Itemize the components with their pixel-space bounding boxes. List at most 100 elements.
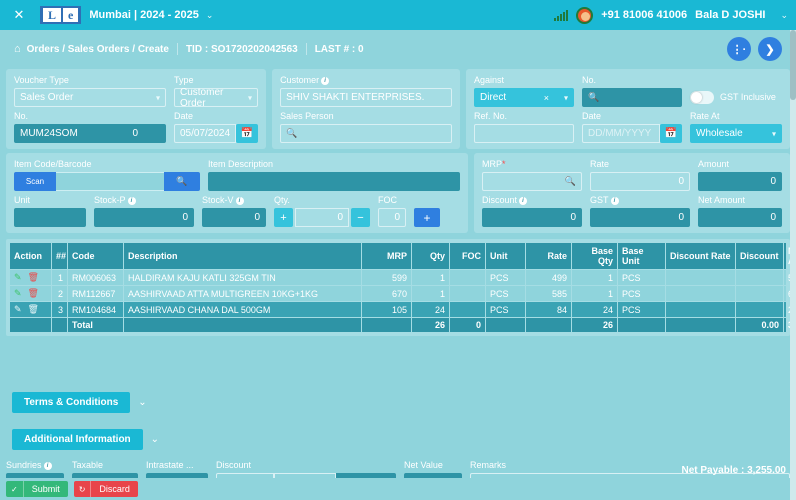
voucher-date-label: Date (174, 111, 194, 121)
row-mrp: 670 (361, 285, 412, 302)
row-rate: 499 (525, 269, 572, 286)
rate-label: Rate (590, 159, 610, 169)
vertical-scrollbar[interactable] (790, 30, 796, 500)
branch-selector-label: Mumbai | 2024 - 2025 (89, 9, 199, 21)
amount-label: Amount (698, 159, 730, 169)
info-icon[interactable]: i (235, 196, 244, 205)
chevron-down-icon[interactable]: ⌄ (151, 434, 159, 445)
info-icon[interactable]: i (519, 196, 528, 205)
support-agent-icon[interactable] (576, 6, 594, 24)
col-rate: Rate (525, 242, 572, 270)
discard-button[interactable]: ↻ Discard (73, 481, 138, 497)
row-discount-rate (665, 269, 736, 286)
customer-label: Customer i (280, 75, 452, 85)
table-row[interactable]: ✎ 🗑 3 RM104684 AASHIRVAAD CHANA DAL 500G… (9, 301, 796, 318)
user-chevron-down-icon[interactable]: ⌄ (780, 10, 788, 21)
chevron-down-icon[interactable]: ⌄ (206, 10, 214, 21)
scrollbar-thumb[interactable] (790, 30, 796, 100)
against-no-input[interactable]: 🔍 (582, 88, 682, 107)
item-discount-input[interactable]: 0 (482, 208, 582, 227)
sales-person-input[interactable]: 🔍 (280, 124, 452, 143)
user-menu-label[interactable]: Bala D JOSHI (695, 9, 765, 21)
rate-input[interactable]: 0 (590, 172, 690, 191)
gst-inclusive-toggle[interactable] (690, 90, 714, 104)
home-icon[interactable]: ⌂ (14, 43, 21, 55)
row-foc (449, 285, 486, 302)
qty-input[interactable]: 0 (295, 208, 349, 227)
voucher-no-input[interactable]: 0 (86, 124, 144, 143)
mrp-input[interactable]: 🔍 (482, 172, 582, 191)
total-rate (525, 317, 572, 333)
last-number: LAST # : 0 (314, 43, 364, 55)
item-gst-input: 0 (590, 208, 690, 227)
rate-at-select[interactable]: Wholesale (690, 124, 782, 143)
row-rate: 84 (525, 301, 572, 318)
foc-input[interactable]: 0 (378, 208, 406, 227)
qty-label: Qty. (274, 195, 290, 205)
voucher-date-input[interactable]: 05/07/2024 (174, 124, 237, 143)
total-action (9, 317, 52, 333)
voucher-no-prefix-input[interactable]: MUM24SOM (14, 124, 86, 143)
foc-label: FOC (378, 195, 397, 205)
clear-icon[interactable]: × (544, 93, 549, 103)
info-icon[interactable]: i (321, 76, 330, 85)
type-select[interactable]: Customer Order (174, 87, 259, 109)
next-button[interactable]: ❯ (758, 37, 782, 61)
total-index (51, 317, 68, 333)
item-entry-area: Item Code/Barcode Scan 🔍 Item Descriptio… (6, 153, 790, 233)
row-code: RM112667 (67, 285, 124, 302)
voucher-no-suffix[interactable] (144, 124, 166, 143)
divider (305, 43, 307, 55)
unit-input[interactable] (14, 208, 86, 227)
divider (176, 43, 178, 55)
search-icon: 🔍 (564, 176, 576, 186)
table-row[interactable]: ✎ 🗑 1 RM006063 HALDIRAM KAJU KATLI 325GM… (9, 269, 796, 286)
total-base-qty: 26 (571, 317, 618, 333)
add-item-button[interactable]: + (414, 208, 440, 227)
scan-button[interactable]: Scan (14, 172, 56, 191)
info-icon[interactable]: i (127, 196, 136, 205)
chevron-down-icon[interactable]: ⌄ (138, 397, 146, 408)
more-options-button[interactable]: ⋮· (727, 37, 751, 61)
row-base-qty: 1 (571, 269, 618, 286)
edit-icon[interactable]: ✎ (14, 288, 22, 299)
item-description-input[interactable] (208, 172, 460, 191)
row-unit: PCS (485, 269, 526, 286)
row-rate: 585 (525, 285, 572, 302)
qty-decrement-button[interactable]: − (351, 208, 370, 227)
voucher-type-select[interactable]: Sales Order (14, 88, 166, 107)
against-date-input[interactable]: DD/MM/YYYY (582, 124, 660, 143)
info-icon[interactable]: i (43, 461, 52, 470)
row-base-unit: PCS (617, 285, 666, 302)
edit-icon[interactable]: ✎ (14, 304, 22, 315)
row-qty: 1 (411, 269, 450, 286)
customer-input[interactable]: SHIV SHAKTI ENTERPRISES. (280, 88, 452, 107)
submit-button[interactable]: ✓ Submit (6, 481, 68, 497)
against-select[interactable]: Direct × (474, 88, 574, 107)
discard-button-label: Discard (99, 484, 130, 494)
info-icon[interactable]: i (610, 196, 619, 205)
calendar-icon[interactable]: 📅 (236, 124, 259, 143)
total-mrp (361, 317, 412, 333)
edit-icon[interactable]: ✎ (14, 272, 22, 283)
table-row[interactable]: ✎ 🗑 2 RM112667 AASHIRVAAD ATTA MULTIGREE… (9, 285, 796, 302)
additional-information-button[interactable]: Additional Information (12, 429, 143, 450)
row-discount-rate (665, 285, 736, 302)
row-foc (449, 301, 486, 318)
delete-icon[interactable]: 🗑 (28, 288, 39, 299)
search-icon[interactable]: 🔍 (164, 172, 200, 191)
terms-and-conditions-button[interactable]: Terms & Conditions (12, 392, 131, 413)
row-mrp: 105 (361, 301, 412, 318)
gst-inclusive-label: GST Inclusive (720, 92, 776, 102)
against-panel: Against Direct × No. 🔍 GST Inclusive Ref… (466, 69, 790, 149)
item-code-input[interactable] (56, 172, 164, 191)
delete-icon[interactable]: 🗑 (28, 304, 39, 315)
rate-at-label: Rate At (690, 111, 720, 121)
close-icon[interactable]: ✕ (8, 7, 30, 23)
total-label: Total (67, 317, 124, 333)
item-net-amount-input: 0 (698, 208, 782, 227)
qty-increment-button[interactable]: + (274, 208, 293, 227)
delete-icon[interactable]: 🗑 (28, 272, 39, 283)
calendar-icon[interactable]: 📅 (660, 124, 682, 143)
ref-no-input[interactable] (474, 124, 574, 143)
